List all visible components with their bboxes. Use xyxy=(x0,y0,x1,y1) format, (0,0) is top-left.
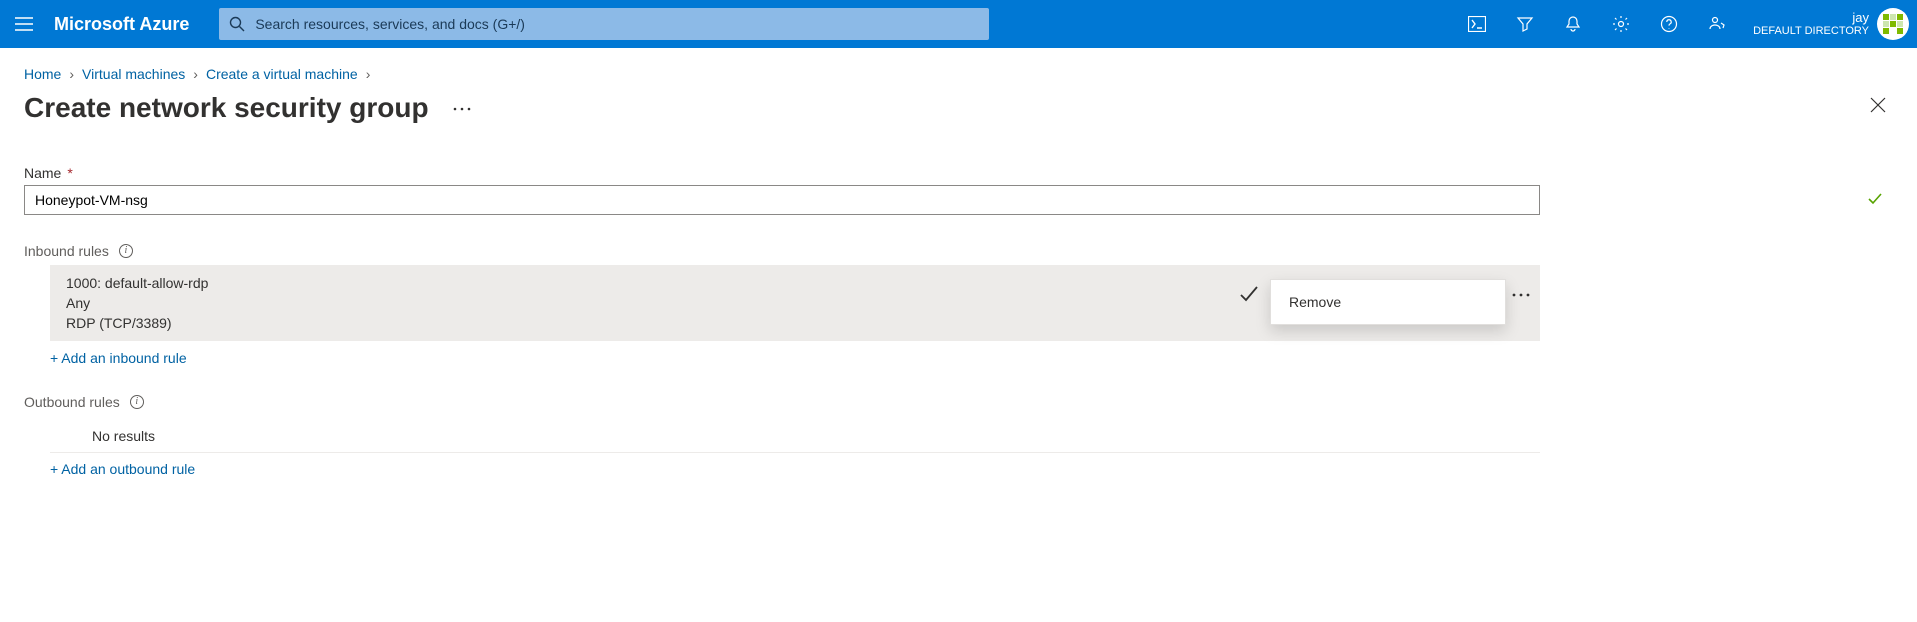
notifications-button[interactable] xyxy=(1549,0,1597,48)
feedback-icon xyxy=(1708,15,1726,33)
brand-label[interactable]: Microsoft Azure xyxy=(54,14,189,35)
checkmark-icon xyxy=(1867,191,1883,212)
cloud-shell-button[interactable] xyxy=(1453,0,1501,48)
search-input[interactable] xyxy=(253,15,979,33)
info-icon[interactable]: i xyxy=(119,244,133,258)
inbound-rule[interactable]: 1000: default-allow-rdp Any RDP (TCP/338… xyxy=(50,265,1540,342)
outbound-section-label: Outbound rules i xyxy=(24,394,1893,410)
rule-context-menu: Remove xyxy=(1270,279,1506,325)
close-icon xyxy=(1869,96,1887,114)
filter-icon xyxy=(1516,15,1534,33)
ellipsis-icon xyxy=(1512,292,1530,298)
global-search[interactable] xyxy=(219,8,989,40)
settings-button[interactable] xyxy=(1597,0,1645,48)
title-more-button[interactable] xyxy=(453,99,471,117)
name-label: Name xyxy=(24,165,61,181)
inbound-label: Inbound rules xyxy=(24,243,109,259)
inbound-rules: 1000: default-allow-rdp Any RDP (TCP/338… xyxy=(50,265,1540,342)
outbound-label: Outbound rules xyxy=(24,394,120,410)
name-label-row: Name * xyxy=(24,165,1893,181)
gear-icon xyxy=(1612,15,1630,33)
outbound-section: Outbound rules i No results + Add an out… xyxy=(24,394,1893,479)
close-button[interactable] xyxy=(1863,90,1893,125)
inbound-section-label: Inbound rules i xyxy=(24,243,1893,259)
outbound-rules: No results xyxy=(50,416,1540,453)
name-field-row xyxy=(24,185,1893,215)
account-menu[interactable]: jay DEFAULT DIRECTORY xyxy=(1741,0,1917,48)
breadcrumb: Home › Virtual machines › Create a virtu… xyxy=(0,48,1917,82)
search-icon xyxy=(229,16,245,32)
avatar xyxy=(1877,8,1909,40)
help-icon xyxy=(1660,15,1678,33)
required-indicator: * xyxy=(67,165,72,181)
directory-filter-button[interactable] xyxy=(1501,0,1549,48)
page-title: Create network security group xyxy=(24,92,429,124)
chevron-right-icon: › xyxy=(366,66,371,82)
form: Name * Inbound rules i 1000: default-all… xyxy=(0,125,1917,479)
outbound-empty: No results xyxy=(92,428,1540,444)
chevron-right-icon: › xyxy=(193,66,198,82)
ellipsis-icon xyxy=(453,106,471,112)
breadcrumb-virtual-machines[interactable]: Virtual machines xyxy=(82,66,185,82)
hamburger-icon xyxy=(15,17,33,31)
breadcrumb-create-vm[interactable]: Create a virtual machine xyxy=(206,66,358,82)
user-directory: DEFAULT DIRECTORY xyxy=(1753,25,1869,37)
bell-icon xyxy=(1564,15,1582,33)
rule-more-button[interactable] xyxy=(1512,283,1530,303)
avatar-icon xyxy=(1879,10,1907,38)
remove-menu-item[interactable]: Remove xyxy=(1271,280,1505,324)
chevron-right-icon: › xyxy=(69,66,74,82)
checkmark-icon xyxy=(1238,283,1260,310)
azure-header: Microsoft Azure jay DEFAULT DIRECTORY xyxy=(0,0,1917,48)
user-name: jay xyxy=(1753,11,1869,25)
add-inbound-rule-link[interactable]: + Add an inbound rule xyxy=(50,350,187,366)
hamburger-menu[interactable] xyxy=(0,0,48,48)
help-button[interactable] xyxy=(1645,0,1693,48)
name-input[interactable] xyxy=(24,185,1540,215)
header-icons xyxy=(1453,0,1741,48)
title-row: Create network security group xyxy=(0,82,1917,125)
breadcrumb-home[interactable]: Home xyxy=(24,66,61,82)
feedback-button[interactable] xyxy=(1693,0,1741,48)
cloud-shell-icon xyxy=(1468,16,1486,32)
info-icon[interactable]: i xyxy=(130,395,144,409)
add-outbound-rule-link[interactable]: + Add an outbound rule xyxy=(50,461,195,477)
